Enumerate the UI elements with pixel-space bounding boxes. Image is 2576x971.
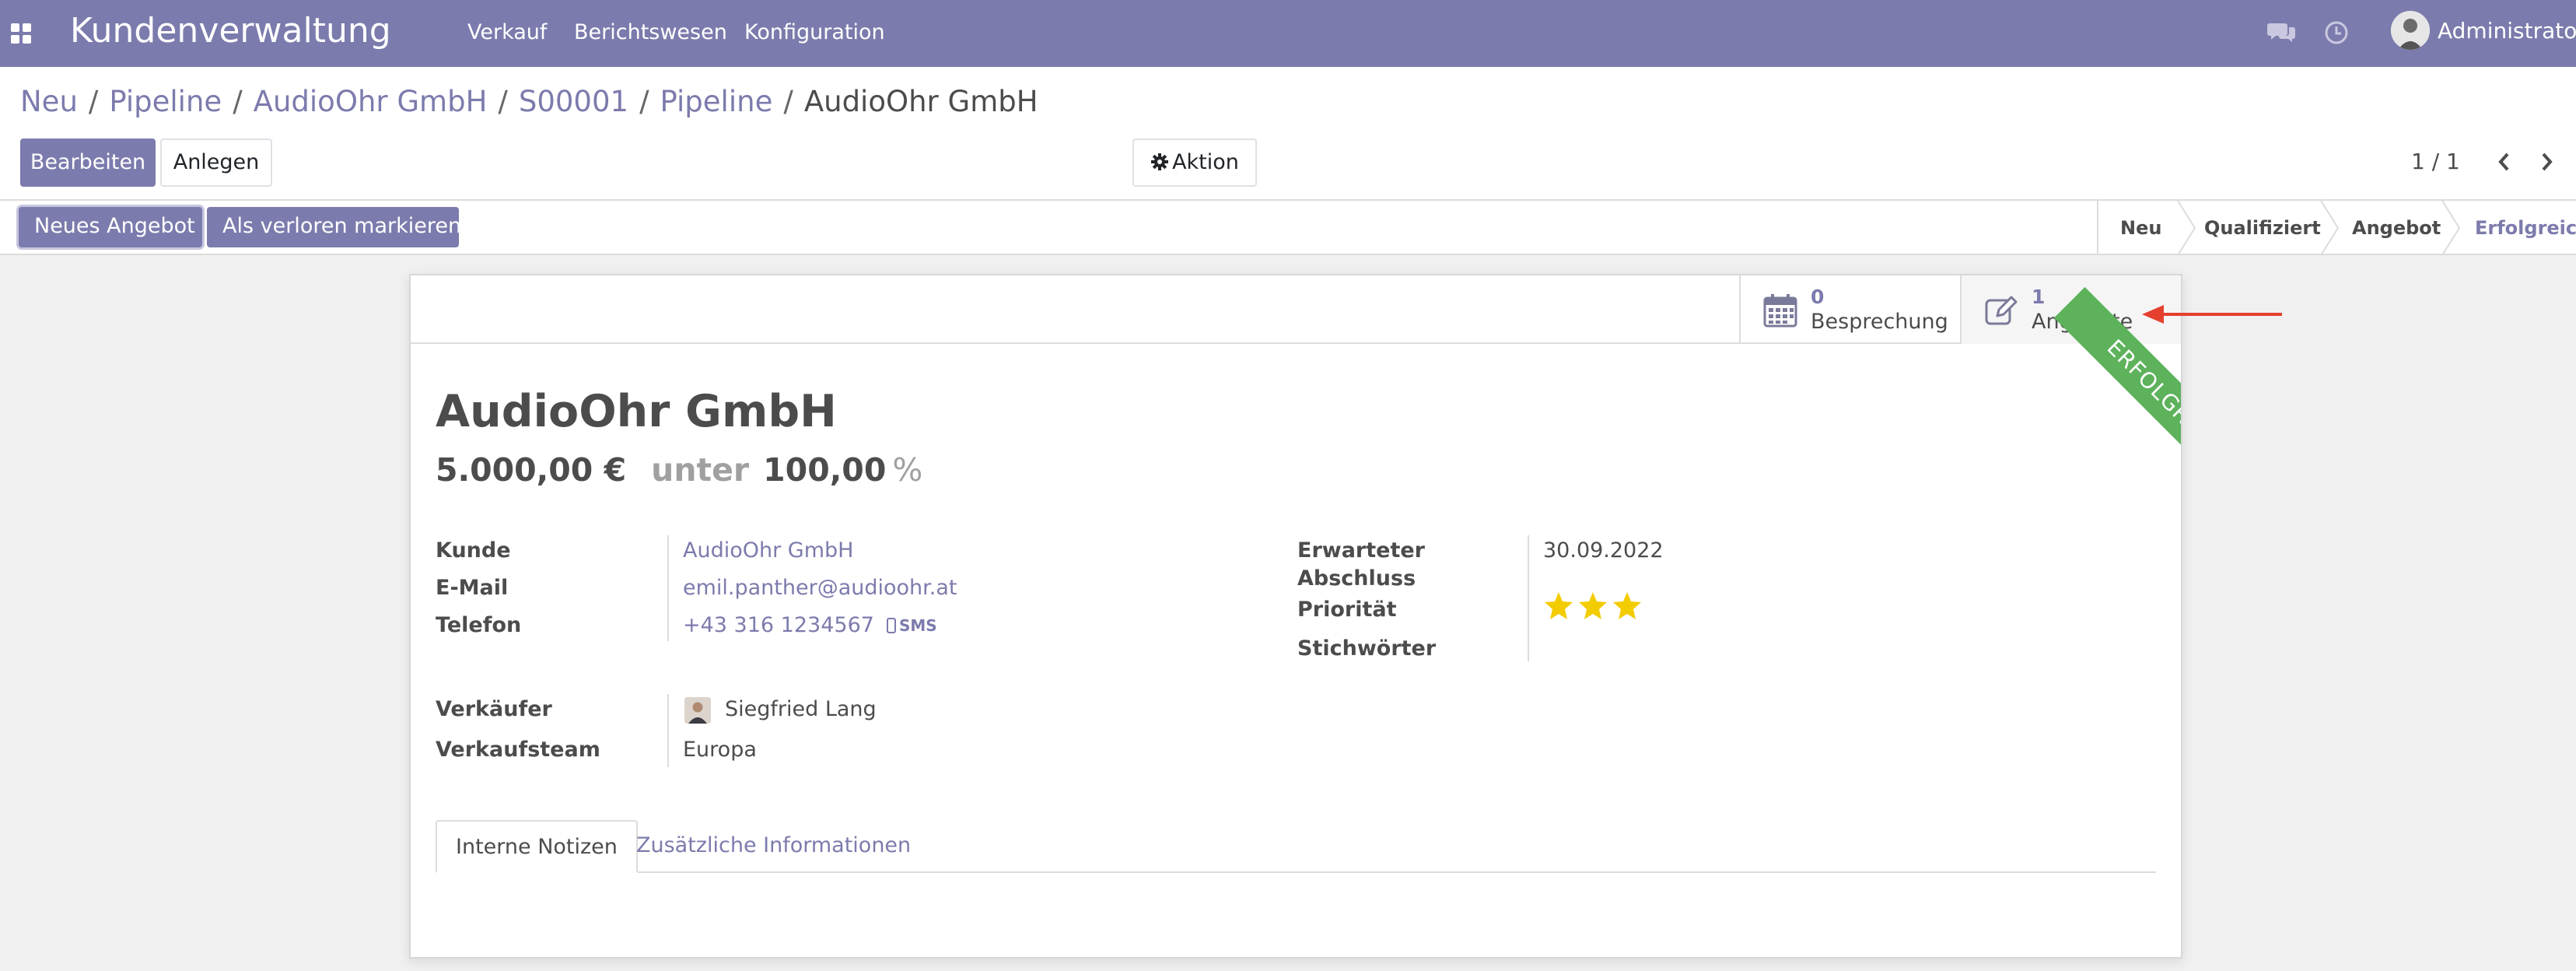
sms-button[interactable]: SMS xyxy=(887,615,937,636)
stage-separator-icon xyxy=(2320,201,2340,255)
priority-label: Priorität xyxy=(1297,598,1397,622)
field-divider xyxy=(1528,535,1529,661)
gear-icon xyxy=(1151,153,1169,170)
new-quotation-button[interactable]: Neues Angebot xyxy=(19,207,202,247)
form-sheet: 0 Besprechung 1 Angebote ERFOLGREICH Aud… xyxy=(409,274,2182,959)
salesperson-label: Verkäufer xyxy=(436,697,552,721)
calendar-icon xyxy=(1763,294,1797,328)
edit-pencil-icon xyxy=(1985,296,2018,325)
tab-additional-info[interactable]: Zusätzliche Informationen xyxy=(618,820,929,873)
star-icon[interactable] xyxy=(1577,590,1608,621)
expected-revenue[interactable]: 5.000,00 € xyxy=(436,451,626,489)
stage-erfolgreich[interactable]: Erfolgreich xyxy=(2475,201,2576,255)
expected-closing-value[interactable]: 30.09.2022 xyxy=(1543,537,1664,565)
edit-button[interactable]: Bearbeiten xyxy=(20,138,156,187)
breadcrumb-item-s00001[interactable]: S00001 xyxy=(519,85,628,118)
meetings-smart-button[interactable]: 0 Besprechung xyxy=(1739,275,1960,344)
meetings-label: Besprechung xyxy=(1811,310,1948,334)
user-name[interactable]: Administrator xyxy=(2438,17,2576,45)
pager-counter[interactable]: 1 / 1 xyxy=(2411,146,2460,177)
action-button[interactable]: Aktion xyxy=(1132,138,1257,187)
email-label: E-Mail xyxy=(436,576,509,600)
expected-closing-label-line2: Abschluss xyxy=(1297,566,1416,591)
record-title[interactable]: AudioOhr GmbH xyxy=(436,384,837,439)
star-icon[interactable] xyxy=(1612,590,1643,621)
breadcrumb-separator: / xyxy=(498,85,508,118)
chevron-right-icon[interactable] xyxy=(2531,145,2562,179)
stage-separator-icon xyxy=(2441,201,2461,255)
user-avatar[interactable] xyxy=(2391,11,2430,50)
breadcrumb-separator: / xyxy=(233,85,243,118)
create-button[interactable]: Anlegen xyxy=(160,138,272,187)
top-navbar: Kundenverwaltung Verkauf Berichtswesen K… xyxy=(0,0,2576,67)
chat-icon[interactable] xyxy=(2266,17,2298,48)
apps-menu-icon[interactable] xyxy=(11,23,31,44)
action-label: Aktion xyxy=(1172,150,1239,174)
breadcrumb-current: AudioOhr GmbH xyxy=(803,85,1038,118)
chevron-left-icon[interactable] xyxy=(2489,145,2520,179)
customer-label: Kunde xyxy=(436,538,511,563)
app-title[interactable]: Kundenverwaltung xyxy=(70,8,391,54)
mobile-phone-icon xyxy=(887,618,896,633)
stage-angebot[interactable]: Angebot xyxy=(2352,201,2441,255)
breadcrumb-separator: / xyxy=(88,85,99,118)
customer-value[interactable]: AudioOhr GmbH xyxy=(683,537,853,565)
quotations-count: 1 xyxy=(2032,286,2046,308)
menu-item-konfiguration[interactable]: Konfiguration xyxy=(744,19,885,47)
statusbar: Neues Angebot Als verloren markieren Neu… xyxy=(0,201,2576,255)
tab-internal-notes[interactable]: Interne Notizen xyxy=(436,820,638,873)
tags-label: Stichwörter xyxy=(1297,636,1437,661)
star-icon[interactable] xyxy=(1543,590,1574,621)
field-divider xyxy=(667,694,669,767)
mark-lost-button[interactable]: Als verloren markieren xyxy=(207,207,461,247)
priority-stars[interactable] xyxy=(1543,590,1652,624)
breadcrumb-separator: / xyxy=(639,85,649,118)
probability[interactable]: 100,00 xyxy=(763,451,886,489)
breadcrumb-item-pipeline[interactable]: Pipeline xyxy=(109,85,222,118)
at-label: unter xyxy=(651,451,750,489)
email-value[interactable]: emil.panther@audioohr.at xyxy=(683,574,957,602)
stage-pipeline: Neu Qualifiziert Angebot Erfolgreich xyxy=(2097,201,2576,255)
menu-item-verkauf[interactable]: Verkauf xyxy=(467,19,547,47)
sales-team-value[interactable]: Europa xyxy=(683,736,757,764)
sales-team-label: Verkaufsteam xyxy=(436,738,600,762)
sms-label: SMS xyxy=(899,616,937,635)
meetings-count: 0 xyxy=(1811,286,1825,308)
annotation-arrow-icon xyxy=(2142,305,2282,324)
field-divider xyxy=(667,535,669,641)
breadcrumb-item-neu[interactable]: Neu xyxy=(20,85,78,118)
stage-qualifiziert[interactable]: Qualifiziert xyxy=(2204,201,2321,255)
breadcrumb-separator: / xyxy=(783,85,793,118)
menu-item-berichtswesen[interactable]: Berichtswesen xyxy=(574,19,727,47)
stage-neu[interactable]: Neu xyxy=(2120,201,2161,255)
phone-value[interactable]: +43 316 1234567 xyxy=(683,612,874,640)
salesperson-avatar xyxy=(684,697,711,724)
breadcrumb: Neu / Pipeline / AudioOhr GmbH / S00001 / Pipeli… xyxy=(20,84,1038,120)
phone-label: Telefon xyxy=(436,613,522,637)
breadcrumb-item-pipeline-2[interactable]: Pipeline xyxy=(660,85,773,118)
salesperson-value[interactable]: Siegfried Lang xyxy=(725,696,877,724)
control-panel: Neu / Pipeline / AudioOhr GmbH / S00001 / Pipeli… xyxy=(0,67,2576,201)
expected-closing-label-line1: Erwarteter xyxy=(1297,538,1425,563)
expected-revenue-line: 5.000,00 € unter 100,00% xyxy=(436,448,922,492)
stage-separator-icon xyxy=(2177,201,2196,255)
probability-unit: % xyxy=(892,451,923,489)
breadcrumb-item-audioohr[interactable]: AudioOhr GmbH xyxy=(254,85,488,118)
notebook-tabs: Interne Notizen Zusätzliche Informatione… xyxy=(436,820,2156,873)
smart-button-box: 0 Besprechung 1 Angebote xyxy=(411,275,2181,344)
activity-clock-icon[interactable] xyxy=(2321,17,2352,48)
